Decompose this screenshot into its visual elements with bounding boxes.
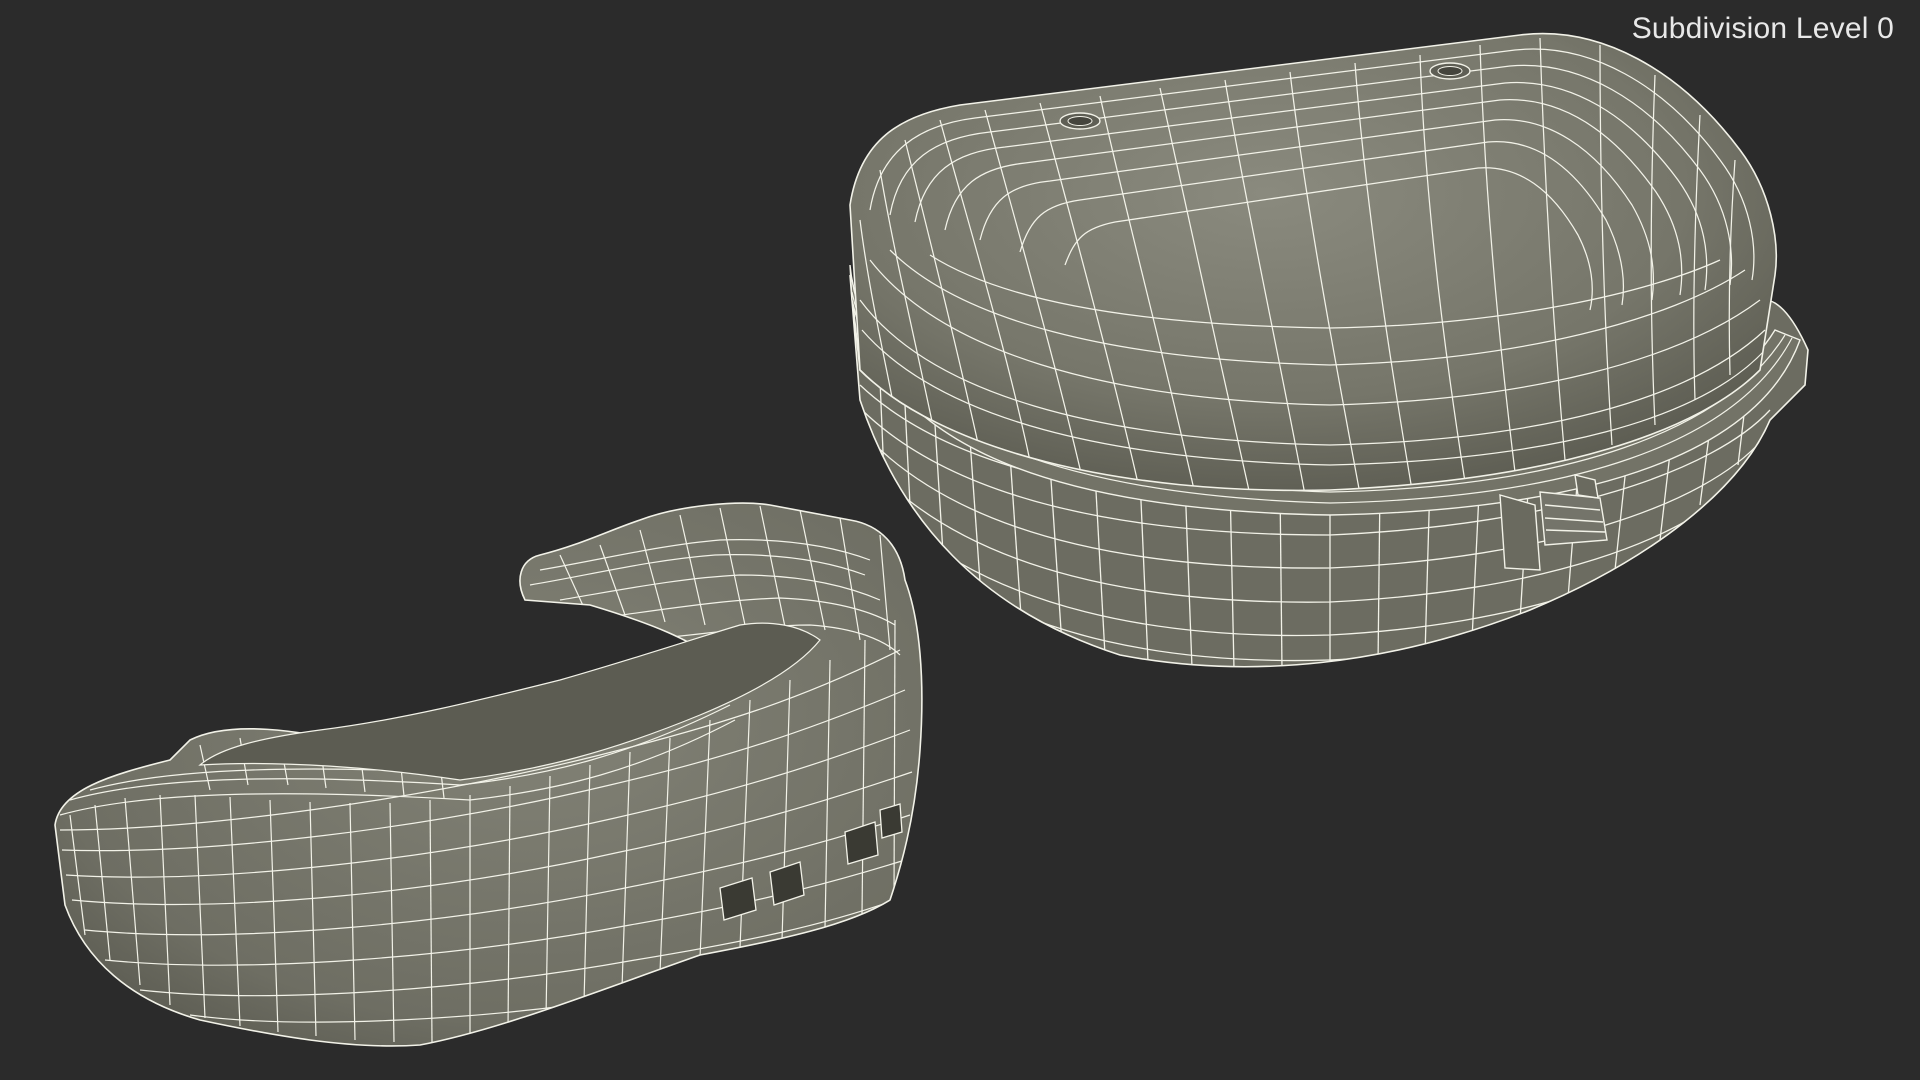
lid-hole-left xyxy=(1059,112,1101,130)
mouth-guard[interactable] xyxy=(54,502,923,1047)
case-lid xyxy=(849,32,1778,492)
3d-viewport[interactable]: Subdivision Level 0 xyxy=(0,0,1920,1080)
mouth-guard-case[interactable] xyxy=(849,32,1809,670)
lid-hole-right xyxy=(1429,62,1471,80)
scene-canvas[interactable] xyxy=(0,0,1920,1080)
